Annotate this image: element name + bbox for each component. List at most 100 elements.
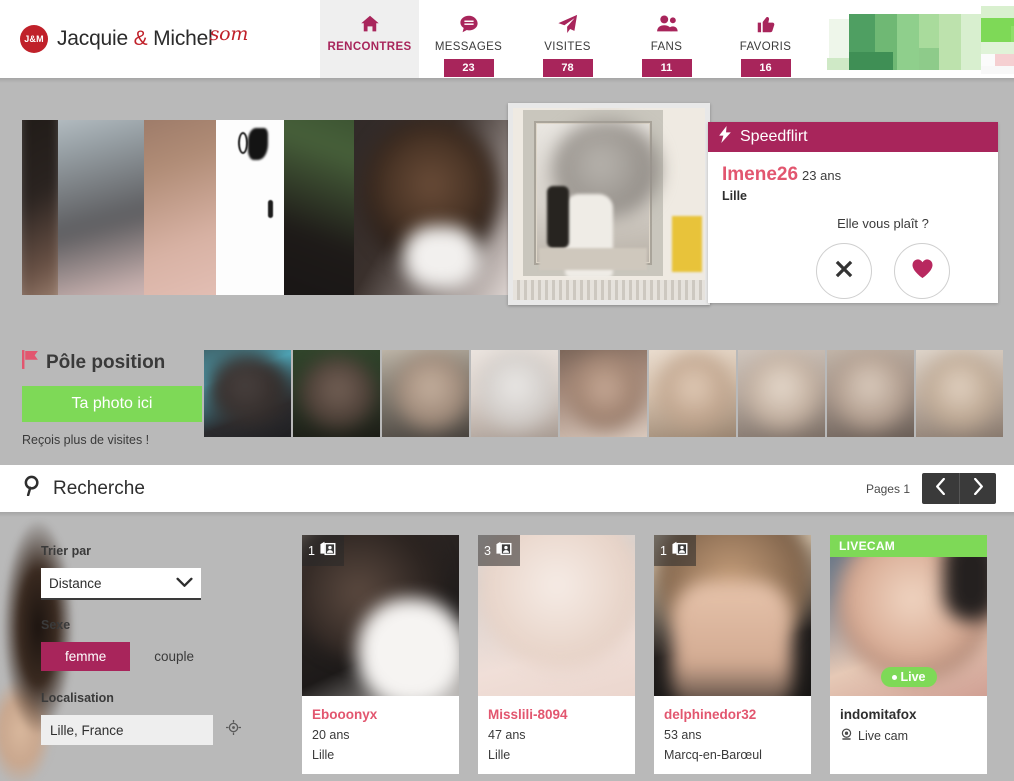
- sex-label: Sexe: [41, 618, 71, 632]
- nav-label-fans: FANS: [650, 41, 683, 53]
- gallery-thumb[interactable]: [22, 120, 58, 295]
- brand-ampersand: &: [133, 27, 148, 50]
- pagination: Pages 1: [866, 473, 996, 504]
- gallery-thumb[interactable]: [354, 120, 522, 295]
- nav-badge-messages: 23: [443, 59, 494, 77]
- photo-count-value: 3: [484, 543, 491, 558]
- photos-icon: [319, 541, 337, 560]
- nav-badge-fans: 11: [641, 59, 692, 77]
- pole-thumb[interactable]: [738, 350, 825, 437]
- gallery-thumb[interactable]: [216, 120, 284, 295]
- cross-icon: [833, 258, 855, 285]
- speedflirt-actions: [782, 243, 984, 299]
- pole-position-thumbnails: [204, 350, 1003, 437]
- photo-count-badge: 3: [478, 535, 520, 566]
- profile-age: 53 ans: [664, 728, 702, 742]
- profile-name[interactable]: Misslili-8094: [488, 707, 625, 722]
- pole-thumb[interactable]: [471, 350, 558, 437]
- thumbs-up-icon: [755, 9, 777, 39]
- paper-plane-icon: [556, 9, 579, 39]
- nav-tab-favoris[interactable]: FAVORIS 16: [716, 0, 815, 78]
- speedflirt-header: Speedflirt: [708, 122, 998, 152]
- profile-card[interactable]: 1 Ebooonyx 20 ans Lille: [302, 535, 459, 774]
- nav-badge-visites: 78: [542, 59, 593, 77]
- brand-logo[interactable]: J&M Jacquie & Michelsom: [0, 0, 320, 78]
- profile-card[interactable]: 1 delphinedor32 53 ans Marcq-en-Barœul: [654, 535, 811, 774]
- webcam-icon: [840, 728, 853, 744]
- chevron-right-icon: [973, 477, 984, 500]
- site-header: J&M Jacquie & Michelsom RENCONTRES MESSA…: [0, 0, 1014, 78]
- pole-thumb[interactable]: [560, 350, 647, 437]
- photos-icon: [495, 541, 513, 560]
- sex-option-couple[interactable]: couple: [130, 642, 218, 671]
- search-heading: Recherche: [23, 475, 145, 502]
- pole-thumb[interactable]: [916, 350, 1003, 437]
- live-dot-icon: [891, 674, 897, 680]
- speedflirt-name[interactable]: Imene26: [722, 164, 798, 185]
- speedflirt-like-button[interactable]: [894, 243, 950, 299]
- profile-photo[interactable]: 1: [302, 535, 459, 696]
- pole-position-label: Pôle position: [46, 351, 166, 373]
- speedflirt-question: Elle vous plaît ?: [837, 216, 929, 231]
- featured-photo: [513, 108, 705, 300]
- nav-tab-fans[interactable]: FANS 11: [617, 0, 716, 78]
- profile-name[interactable]: delphinedor32: [664, 707, 801, 722]
- nav-tab-rencontres[interactable]: RENCONTRES: [320, 0, 419, 78]
- chevron-down-icon: [176, 576, 193, 591]
- profile-info: Ebooonyx 20 ans Lille: [302, 696, 459, 774]
- nav-badge-favoris: 16: [740, 59, 791, 77]
- main-navigation: RENCONTRES MESSAGES 23 VISITES 78 FANS 1…: [320, 0, 815, 78]
- livecam-text: Live cam: [858, 729, 909, 743]
- pole-thumb[interactable]: [827, 350, 914, 437]
- speedflirt-reject-button[interactable]: [816, 243, 872, 299]
- speedflirt-panel: Speedflirt Imene26 23 ans Lille Elle vous…: [708, 122, 998, 303]
- profile-results-grid: 1 Ebooonyx 20 ans Lille 3 Misslili-8094 …: [302, 535, 987, 774]
- search-icon: [23, 475, 44, 502]
- sort-select[interactable]: Distance: [41, 568, 201, 600]
- photos-icon: [671, 541, 689, 560]
- profile-livecam-info: Live cam: [840, 728, 977, 744]
- speedflirt-age: 23 ans: [802, 168, 842, 183]
- profile-name[interactable]: Ebooonyx: [312, 707, 449, 722]
- pager-prev-button[interactable]: [922, 473, 959, 504]
- brand-badge-icon: J&M: [20, 25, 48, 53]
- profile-city: Lille: [488, 748, 511, 762]
- pole-thumb[interactable]: [293, 350, 380, 437]
- profile-age: 20 ans: [312, 728, 350, 742]
- header-divider: [0, 78, 1014, 83]
- nav-tab-visites[interactable]: VISITES 78: [518, 0, 617, 78]
- photo-count-value: 1: [660, 543, 667, 558]
- location-label: Localisation: [41, 691, 114, 705]
- location-row: [41, 715, 290, 745]
- profile-name[interactable]: indomitafox: [840, 707, 977, 722]
- pole-thumb[interactable]: [649, 350, 736, 437]
- pole-position-subtitle: Reçois plus de visites !: [22, 433, 150, 447]
- nav-tab-messages[interactable]: MESSAGES 23: [419, 0, 518, 78]
- gallery-thumb[interactable]: [284, 120, 354, 295]
- profile-photo[interactable]: 1: [654, 535, 811, 696]
- photo-count-badge: 1: [302, 535, 344, 566]
- location-input[interactable]: [41, 715, 213, 745]
- gallery-thumb[interactable]: [58, 120, 144, 295]
- pole-position-cta-button[interactable]: Ta photo ici: [22, 386, 202, 422]
- heart-icon: [911, 258, 934, 284]
- profile-photo[interactable]: 3: [478, 535, 635, 696]
- pager-next-button[interactable]: [959, 473, 996, 504]
- profile-city: Marcq-en-Barœul: [664, 748, 762, 762]
- pole-thumb[interactable]: [204, 350, 291, 437]
- brand-script: som: [209, 23, 249, 45]
- livecam-badge: LIVECAM: [830, 535, 987, 557]
- profile-card[interactable]: 3 Misslili-8094 47 ans Lille: [478, 535, 635, 774]
- profile-photo[interactable]: LIVECAM Live: [830, 535, 987, 696]
- pole-thumb[interactable]: [382, 350, 469, 437]
- flag-icon: [22, 350, 39, 375]
- crosshair-icon[interactable]: [226, 720, 241, 740]
- gallery-thumb[interactable]: [144, 120, 216, 295]
- filters-content: Trier par Distance Sexe femme couple Loc…: [0, 517, 290, 745]
- chevron-left-icon: [935, 477, 946, 500]
- featured-photo-card[interactable]: [508, 103, 710, 305]
- ad-banner[interactable]: [815, 0, 1014, 78]
- profile-info: Misslili-8094 47 ans Lille: [478, 696, 635, 774]
- sex-option-femme[interactable]: femme: [41, 642, 131, 671]
- profile-card-livecam[interactable]: LIVECAM Live indomitafox Live cam: [830, 535, 987, 774]
